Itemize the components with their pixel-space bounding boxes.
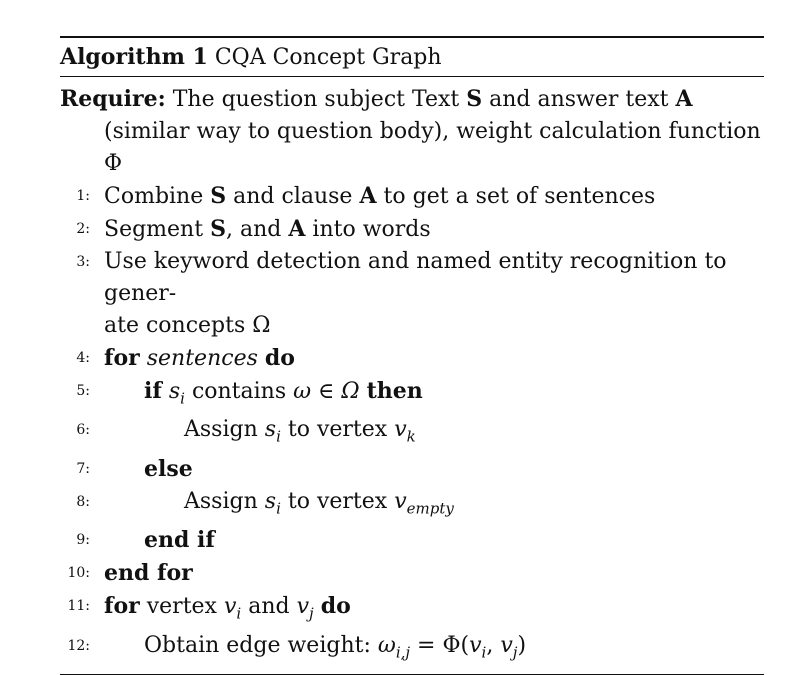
require-text: way to question body), weight calculatio…: [104, 119, 761, 176]
step-10: 10: end for: [60, 557, 764, 590]
math-var: v: [469, 632, 482, 658]
keyword-do: do: [320, 593, 351, 620]
step-4: 4: for sentences do: [60, 342, 764, 375]
keyword-then: then: [366, 378, 423, 404]
keyword-for: for: [104, 593, 140, 620]
keyword-for: for: [104, 345, 140, 371]
line-number: 8:: [76, 493, 90, 510]
step-2: 2: Segment S, and A into words: [60, 213, 764, 246]
keyword-if: if: [144, 378, 162, 404]
require-a: A: [675, 86, 693, 112]
math-sub: k: [406, 427, 416, 446]
line-number: 12:: [67, 637, 90, 654]
algorithm-label: Algorithm 1: [60, 44, 208, 70]
require-text: (similar: [104, 119, 190, 144]
math-var: v: [500, 632, 513, 658]
math-sub: j: [309, 604, 314, 623]
step-variable: sentences: [146, 346, 258, 371]
algorithm-header: Algorithm 1 CQA Concept Graph: [60, 38, 764, 76]
step-s: S: [210, 216, 226, 242]
step-5: 5: if si contains ω ∈ Ω then: [60, 375, 764, 414]
step-text: to vertex: [287, 488, 388, 514]
line-number: 10:: [67, 565, 90, 582]
step-text: Combine: [104, 184, 204, 209]
step-text: Obtain edge weight:: [144, 632, 371, 658]
line-number: 6:: [76, 422, 90, 439]
step-text: to get a set of sentences: [383, 184, 656, 209]
step-a: A: [288, 216, 306, 242]
step-text: Assign: [184, 417, 258, 443]
math-sub: i: [276, 499, 281, 518]
step-text: and: [248, 594, 290, 620]
step-12: 12: Obtain edge weight: ωi,j = Φ(vi, vj): [60, 630, 764, 668]
step-text: Segment: [104, 217, 204, 242]
algorithm-block: Algorithm 1 CQA Concept Graph Require: T…: [60, 36, 764, 675]
step-8: 8: Assign si to vertex vempty: [60, 486, 764, 524]
step-text: vertex: [146, 594, 217, 620]
step-6: 6: Assign si to vertex vk: [60, 414, 764, 452]
line-number: 11:: [67, 598, 90, 615]
algorithm-title: CQA Concept Graph: [214, 45, 442, 70]
step-text: to vertex: [287, 417, 388, 443]
step-text: Assign: [184, 488, 258, 514]
step-text: and clause: [233, 184, 353, 209]
math-var: ω: [377, 632, 396, 658]
require-text: The question subject Text: [172, 87, 460, 112]
math-expr: ω ∈ Ω: [293, 379, 360, 404]
step-text: into words: [312, 217, 431, 242]
math-var: v: [223, 594, 237, 620]
step-s: S: [210, 183, 227, 209]
step-text: Use keyword detection and named entity r…: [104, 249, 727, 306]
line-number: 7:: [76, 460, 90, 477]
algorithm-body: Require: The question subject Text S and…: [60, 77, 764, 674]
require-text: and answer text: [489, 87, 669, 112]
keyword-end-for: end for: [104, 560, 193, 587]
line-number: 4:: [76, 350, 90, 366]
line-number: 5:: [76, 383, 90, 399]
math-expr: ): [517, 632, 527, 658]
math-expr: ,: [486, 632, 494, 658]
math-var: s: [264, 488, 277, 514]
math-var: v: [296, 594, 310, 620]
line-number: 3:: [76, 254, 90, 270]
step-a: A: [359, 183, 377, 209]
line-number: 1:: [76, 188, 90, 204]
math-var: s: [168, 379, 181, 404]
step-1: 1: Combine S and clause A to get a set o…: [60, 180, 764, 213]
line-number: 2:: [76, 221, 90, 237]
math-var: s: [264, 417, 277, 443]
step-text: , and: [225, 217, 282, 242]
math-sub: i: [180, 389, 185, 408]
require-keyword: Require:: [60, 86, 166, 112]
step-text: ate concepts Ω: [104, 313, 271, 338]
keyword-end-if: end if: [144, 527, 215, 554]
require-s: S: [466, 86, 483, 112]
keyword-do: do: [264, 345, 295, 371]
step-3: 3: Use keyword detection and named entit…: [60, 246, 764, 342]
math-sub: empty: [406, 499, 454, 518]
step-7: 7: else: [60, 453, 764, 486]
math-sub: i: [236, 604, 242, 623]
math-var: v: [394, 488, 407, 514]
line-number: 9:: [76, 532, 90, 549]
math-var: v: [394, 417, 407, 443]
require-line: Require: The question subject Text S and…: [60, 83, 764, 180]
keyword-else: else: [144, 455, 193, 482]
step-text: contains: [191, 379, 287, 404]
step-11: 11: for vertex vi and vj do: [60, 590, 764, 629]
math-sub: i,j: [395, 642, 411, 661]
step-9: 9: end if: [60, 524, 764, 557]
math-sub: i: [276, 427, 281, 446]
math-expr: = Φ(: [417, 632, 470, 658]
